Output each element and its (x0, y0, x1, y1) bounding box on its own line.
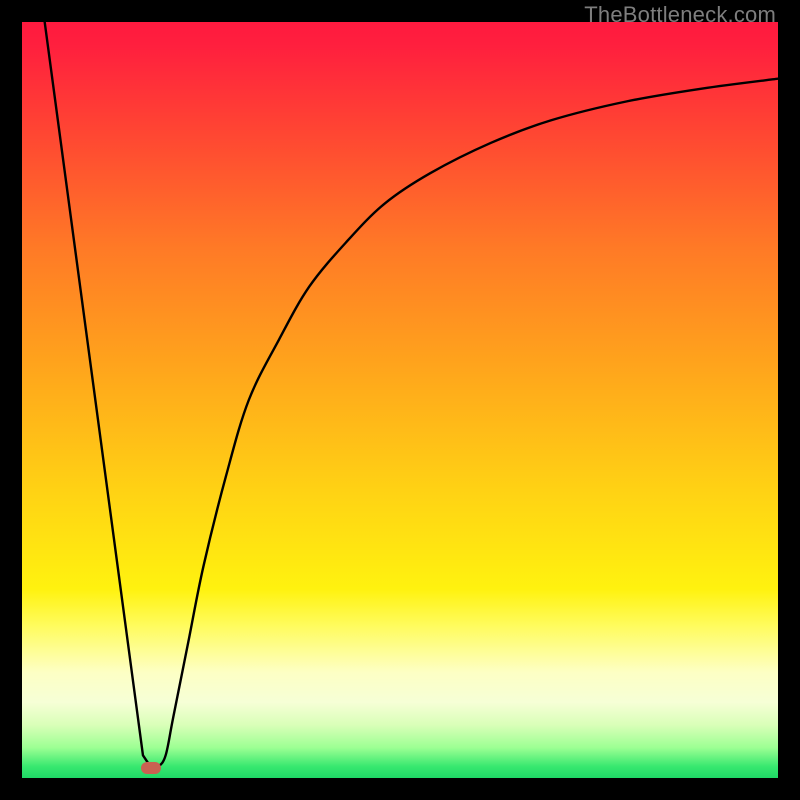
optimal-point-marker (141, 762, 161, 774)
bottleneck-chart (22, 22, 778, 778)
chart-frame (22, 22, 778, 778)
watermark-text: TheBottleneck.com (584, 2, 776, 28)
gradient-background (22, 22, 778, 778)
